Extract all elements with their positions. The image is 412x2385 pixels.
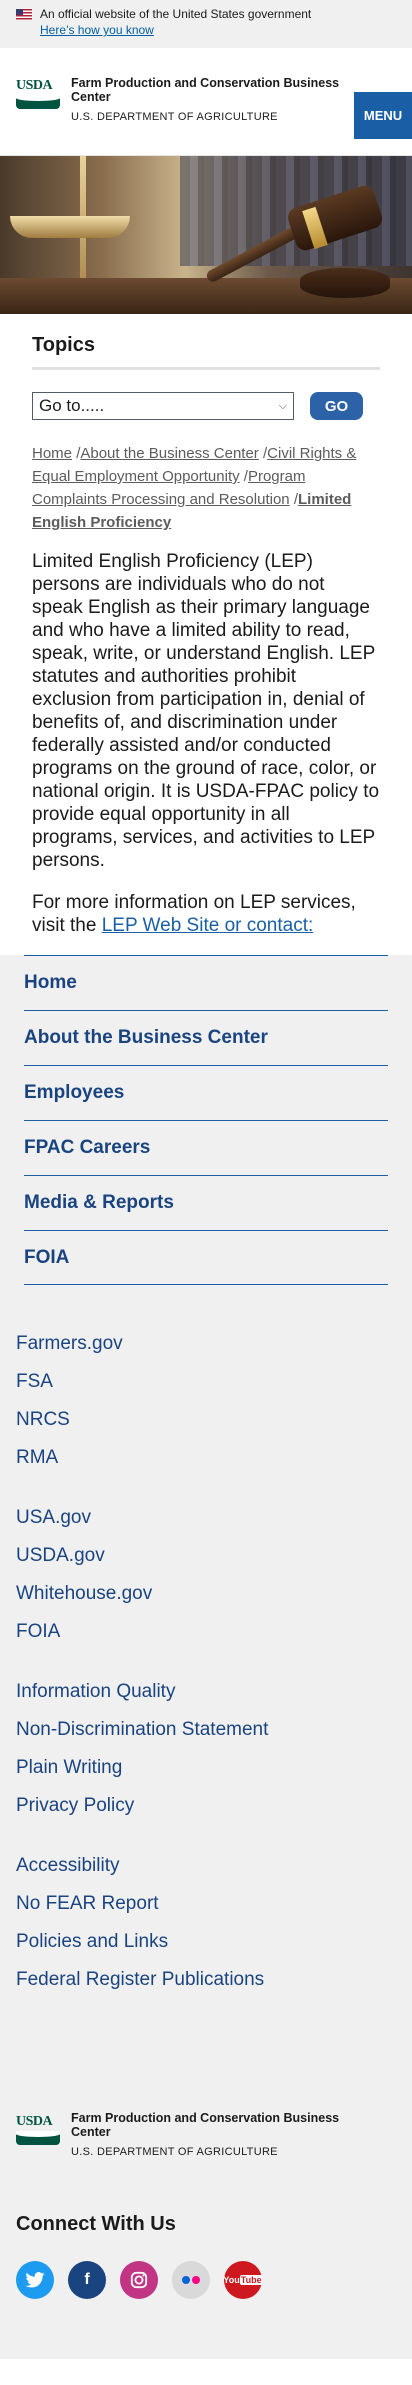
more-info-paragraph: For more information on LEP services, vi…: [32, 892, 356, 936]
footer-agency-name: Farm Production and Conservation Busines…: [71, 2111, 340, 2139]
agency-identity: Farm Production and Conservation Busines…: [71, 76, 341, 123]
footer-link[interactable]: Whitehouse.gov: [16, 1575, 396, 1613]
gov-banner: An official website of the United States…: [0, 0, 412, 48]
footer-link[interactable]: Farmers.gov: [16, 1325, 396, 1363]
footer-link[interactable]: USA.gov: [16, 1499, 396, 1537]
footer-link[interactable]: Privacy Policy: [16, 1787, 396, 1825]
connect-heading: Connect With Us: [16, 2213, 176, 2235]
footer-link[interactable]: Policies and Links: [16, 1923, 396, 1961]
sidenav-item-foia[interactable]: FOIA: [24, 1230, 388, 1285]
instagram-icon[interactable]: [120, 2261, 158, 2299]
footer-agency-identity: Farm Production and Conservation Busines…: [71, 2111, 341, 2158]
how-you-know-link[interactable]: Here’s how you know: [40, 23, 154, 37]
section-nav: Home About the Business Center Employees…: [0, 955, 412, 1285]
flickr-icon[interactable]: [172, 2261, 210, 2299]
footer-gov-links: USA.gov USDA.gov Whitehouse.gov FOIA: [16, 1499, 396, 1651]
sidenav-item-about[interactable]: About the Business Center: [24, 1010, 388, 1065]
sidenav-item-employees[interactable]: Employees: [24, 1065, 388, 1120]
footer-link[interactable]: Plain Writing: [16, 1749, 396, 1787]
footer-link[interactable]: FOIA: [16, 1613, 396, 1651]
footer-link[interactable]: RMA: [16, 1439, 396, 1477]
usda-logo-text: USDA: [16, 78, 53, 93]
go-button[interactable]: GO: [310, 392, 363, 420]
usda-logo[interactable]: USDA: [16, 79, 60, 111]
agency-name: Farm Production and Conservation Busines…: [71, 76, 340, 104]
site-footer: Farmers.gov FSA NRCS RMA USA.gov USDA.go…: [0, 1285, 412, 2359]
main-content: Topics Go to..... ⌵ GO Home /About the B…: [0, 334, 412, 937]
usda-logo-text: USDA: [16, 2114, 53, 2129]
footer-link[interactable]: Federal Register Publications: [16, 1961, 396, 1999]
goto-row: Go to..... ⌵ GO: [32, 392, 380, 420]
hero-image: [0, 156, 412, 314]
footer-link[interactable]: FSA: [16, 1363, 396, 1401]
breadcrumb: Home /About the Business Center /Civil R…: [32, 445, 357, 531]
youtube-icon[interactable]: You Tube: [223, 2261, 263, 2299]
official-site-text: An official website of the United States…: [40, 7, 312, 21]
sidenav-item-careers[interactable]: FPAC Careers: [24, 1120, 388, 1175]
department-name: U.S. DEPARTMENT OF AGRICULTURE: [71, 111, 278, 123]
footer-agency-links: Farmers.gov FSA NRCS RMA: [16, 1325, 396, 1477]
goto-select-value: Go to.....: [39, 396, 105, 415]
footer-department-name: U.S. DEPARTMENT OF AGRICULTURE: [71, 2146, 278, 2158]
footer-link[interactable]: No FEAR Report: [16, 1885, 396, 1923]
twitter-icon[interactable]: [16, 2261, 54, 2299]
menu-button[interactable]: MENU: [354, 92, 412, 139]
footer-link[interactable]: Accessibility: [16, 1847, 396, 1885]
footer-link[interactable]: NRCS: [16, 1401, 396, 1439]
us-flag-icon: [16, 9, 32, 20]
footer-identity: USDA Farm Production and Conservation Bu…: [16, 2111, 396, 2171]
site-header: USDA Farm Production and Conservation Bu…: [0, 48, 412, 156]
footer-link[interactable]: Information Quality: [16, 1673, 396, 1711]
lep-paragraph: Limited English Proficiency (LEP) person…: [32, 551, 380, 871]
sidenav-item-media-reports[interactable]: Media & Reports: [24, 1175, 388, 1230]
lep-website-link[interactable]: LEP Web Site or contact:: [102, 915, 314, 936]
footer-link[interactable]: Non-Discrimination Statement: [16, 1711, 396, 1749]
footer-usda-logo[interactable]: USDA: [16, 2115, 60, 2147]
footer-policy-links: Information Quality Non-Discrimination S…: [16, 1673, 396, 1825]
breadcrumb-home[interactable]: Home: [32, 445, 72, 462]
sidenav-item-home[interactable]: Home: [24, 955, 388, 1010]
facebook-icon[interactable]: f: [68, 2261, 106, 2299]
breadcrumb-about[interactable]: About the Business Center: [80, 445, 258, 462]
chevron-down-icon: ⌵: [278, 399, 287, 412]
social-links: f You Tube: [16, 2261, 396, 2359]
goto-select[interactable]: Go to..... ⌵: [32, 392, 294, 420]
footer-accessibility-links: Accessibility No FEAR Report Policies an…: [16, 1847, 396, 1999]
footer-link[interactable]: USDA.gov: [16, 1537, 396, 1575]
article-body: Limited English Proficiency (LEP) person…: [32, 550, 380, 937]
topics-heading: Topics: [32, 334, 380, 370]
